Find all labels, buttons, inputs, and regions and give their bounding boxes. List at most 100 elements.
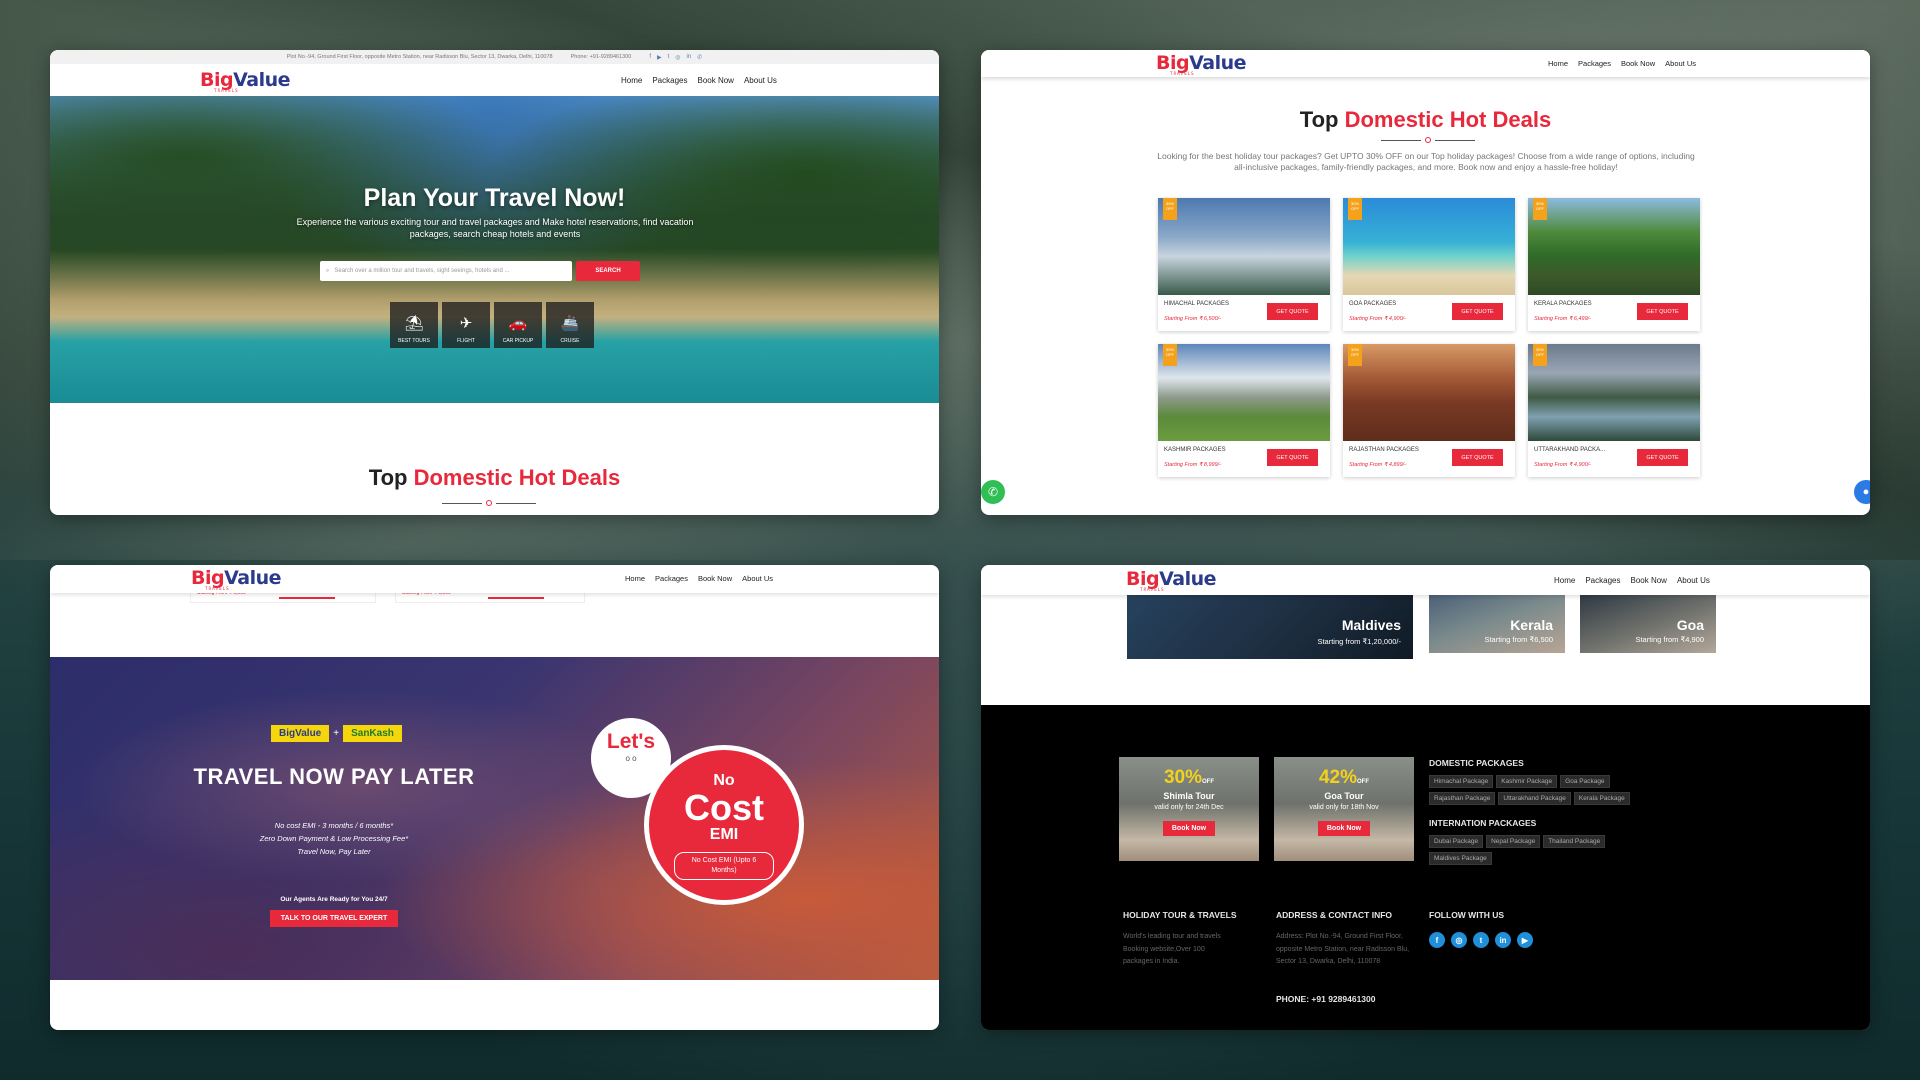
package-card[interactable]: 30% OFF KERALA PACKAGES Starting From ₹ … [1528, 198, 1700, 331]
banner-title: TRAVEL NOW PAY LATER [193, 764, 475, 789]
destination-card[interactable]: Goa Starting from ₹4,900 [1580, 595, 1716, 653]
site-header: BigValue TRAVELS Home Packages Book Now … [50, 565, 939, 593]
destination-price: Starting from ₹6,500 [1484, 635, 1553, 644]
destination-name: Maldives [1341, 617, 1401, 633]
address-text: Address: Plot No.-94, Ground First Floor… [1276, 933, 1410, 965]
nav-book-now[interactable]: Book Now [698, 574, 732, 583]
package-link[interactable]: Thailand Package [1543, 835, 1606, 848]
top-info-bar: Plot No.-94, Ground First Floor, opposit… [50, 50, 939, 64]
main-nav: Home Packages Book Now About Us [621, 76, 777, 85]
site-logo[interactable]: BigValue TRAVELS [1126, 568, 1217, 592]
hero-title: Plan Your Travel Now! [363, 184, 626, 212]
package-card[interactable]: 30% OFF HIMACHAL PACKAGES Starting From … [1158, 198, 1330, 331]
bigvalue-logo: BigValue [271, 725, 330, 742]
package-link[interactable]: Kashmir Package [1496, 775, 1558, 788]
site-footer: 30%OFF Shimla Tour valid only for 24th D… [981, 705, 1870, 1030]
promo-title: Goa Tour [1324, 791, 1364, 801]
nav-book-now[interactable]: Book Now [697, 76, 733, 85]
category-car-pickup[interactable]: 🚗 CAR PICKUP [494, 302, 542, 348]
ship-icon: 🚢 [560, 315, 580, 332]
package-link[interactable]: Goa Package [1560, 775, 1610, 788]
hero-text: Experience the various exciting tour and… [296, 217, 694, 239]
package-image: 30% OFF [1158, 344, 1330, 441]
destination-card[interactable]: Kerala Starting from ₹6,500 [1429, 595, 1565, 653]
instagram-icon[interactable]: ◎ [1451, 932, 1467, 948]
book-now-button[interactable]: Book Now [1318, 821, 1370, 836]
site-header: BigValue TRAVELS Home Packages Book Now … [981, 50, 1870, 77]
category-cruise[interactable]: 🚢 CRUISE [546, 302, 594, 348]
whatsapp-icon[interactable]: ✆ [981, 480, 1005, 504]
nav-book-now[interactable]: Book Now [1630, 576, 1666, 585]
nav-home[interactable]: Home [625, 574, 645, 583]
main-nav: Home Packages Book Now About Us [1548, 59, 1696, 68]
category-flight[interactable]: ✈ FLIGHT [442, 302, 490, 348]
instagram-icon[interactable]: ◎ [675, 54, 680, 61]
nav-packages[interactable]: Packages [655, 574, 688, 583]
destination-card[interactable]: Maldives Starting from ₹1,20,000/- [1127, 595, 1413, 659]
agents-text: Our Agents Are Ready for You 24/7 [280, 896, 388, 903]
package-link[interactable]: Dubai Package [1429, 835, 1484, 848]
package-card[interactable]: 30% OFF KASHMIR PACKAGES Starting From ₹… [1158, 344, 1330, 477]
discount-tag: 30% OFF [1163, 344, 1177, 366]
twitter-icon[interactable]: t [668, 54, 670, 61]
beach-umbrella-icon: ⛱ [404, 315, 424, 332]
package-name: UTTARAKHAND PACKA... [1534, 447, 1606, 453]
nav-about-us[interactable]: About Us [744, 76, 777, 85]
nav-packages[interactable]: Packages [652, 76, 687, 85]
package-link[interactable]: Maldives Package [1429, 852, 1492, 865]
package-link[interactable]: Kerala Package [1573, 792, 1630, 805]
talk-to-expert-button[interactable]: TALK TO OUR TRAVEL EXPERT [270, 910, 398, 927]
promo-card[interactable]: 30%OFF Shimla Tour valid only for 24th D… [1119, 757, 1259, 861]
search-button[interactable]: SEARCH [576, 261, 640, 281]
screenshot-travel-now-pay-later: Starting From ₹ 6,500 Starting From ₹ 6,… [50, 565, 939, 1030]
package-link[interactable]: Rajasthan Package [1429, 792, 1496, 805]
package-link[interactable]: Nepal Package [1486, 835, 1541, 848]
nav-packages[interactable]: Packages [1585, 576, 1620, 585]
site-logo[interactable]: BigValue TRAVELS [200, 69, 291, 93]
package-price: Starting From ₹ 4,900/- [1349, 316, 1406, 322]
nav-packages[interactable]: Packages [1578, 59, 1611, 68]
title-divider [442, 500, 536, 506]
facebook-icon[interactable]: f [649, 54, 651, 61]
search-input[interactable]: ⌕ Search over a million tour and travels… [320, 261, 572, 281]
package-card[interactable]: 30% OFF RAJASTHAN PACKAGES Starting From… [1343, 344, 1515, 477]
nav-about-us[interactable]: About Us [1677, 576, 1710, 585]
site-header: BigValue TRAVELS Home Packages Book Now … [981, 565, 1870, 595]
package-card[interactable]: 30% OFF UTTARAKHAND PACKA... Starting Fr… [1528, 344, 1700, 477]
get-quote-button[interactable]: GET QUOTE [1452, 303, 1503, 320]
package-name: RAJASTHAN PACKAGES [1349, 447, 1419, 453]
package-link[interactable]: Uttarakhand Package [1498, 792, 1571, 805]
discount-tag: 30% OFF [1348, 198, 1362, 220]
linkedin-icon[interactable]: in [687, 54, 692, 61]
book-now-button[interactable]: Book Now [1163, 821, 1215, 836]
get-quote-button[interactable]: GET QUOTE [1637, 303, 1688, 320]
promo-card[interactable]: 42%OFF Goa Tour valid only for 18th Nov … [1274, 757, 1414, 861]
category-best-tours[interactable]: ⛱ BEST TOURS [390, 302, 438, 348]
site-header: BigValue TRAVELS Home Packages Book Now … [50, 64, 939, 96]
whatsapp-icon[interactable]: ✆ [697, 54, 702, 61]
nav-book-now[interactable]: Book Now [1621, 59, 1655, 68]
linkedin-icon[interactable]: in [1495, 932, 1511, 948]
nav-about-us[interactable]: About Us [742, 574, 773, 583]
nav-home[interactable]: Home [1554, 576, 1575, 585]
youtube-icon[interactable]: ▶ [1517, 932, 1533, 948]
chat-icon[interactable]: ● [1854, 480, 1870, 504]
youtube-icon[interactable]: ▶ [657, 54, 662, 61]
package-card[interactable]: 30% OFF GOA PACKAGES Starting From ₹ 4,9… [1343, 198, 1515, 331]
get-quote-button[interactable]: GET QUOTE [1637, 449, 1688, 466]
package-link[interactable]: Himachal Package [1429, 775, 1494, 788]
facebook-icon[interactable]: f [1429, 932, 1445, 948]
nav-about-us[interactable]: About Us [1665, 59, 1696, 68]
promo-discount: 30%OFF [1163, 767, 1215, 788]
nav-home[interactable]: Home [621, 76, 642, 85]
site-logo[interactable]: BigValue TRAVELS [1156, 52, 1247, 76]
destination-name: Kerala [1510, 617, 1553, 633]
get-quote-button[interactable]: GET QUOTE [1452, 449, 1503, 466]
get-quote-button[interactable]: GET QUOTE [1267, 303, 1318, 320]
twitter-icon[interactable]: t [1473, 932, 1489, 948]
package-image: 30% OFF [1343, 198, 1515, 295]
no-cost-emi-badge: No Cost EMI No Cost EMI (Upto 6 Months) [644, 745, 804, 905]
nav-home[interactable]: Home [1548, 59, 1568, 68]
site-logo[interactable]: BigValue TRAVELS [191, 567, 282, 591]
get-quote-button[interactable]: GET QUOTE [1267, 449, 1318, 466]
